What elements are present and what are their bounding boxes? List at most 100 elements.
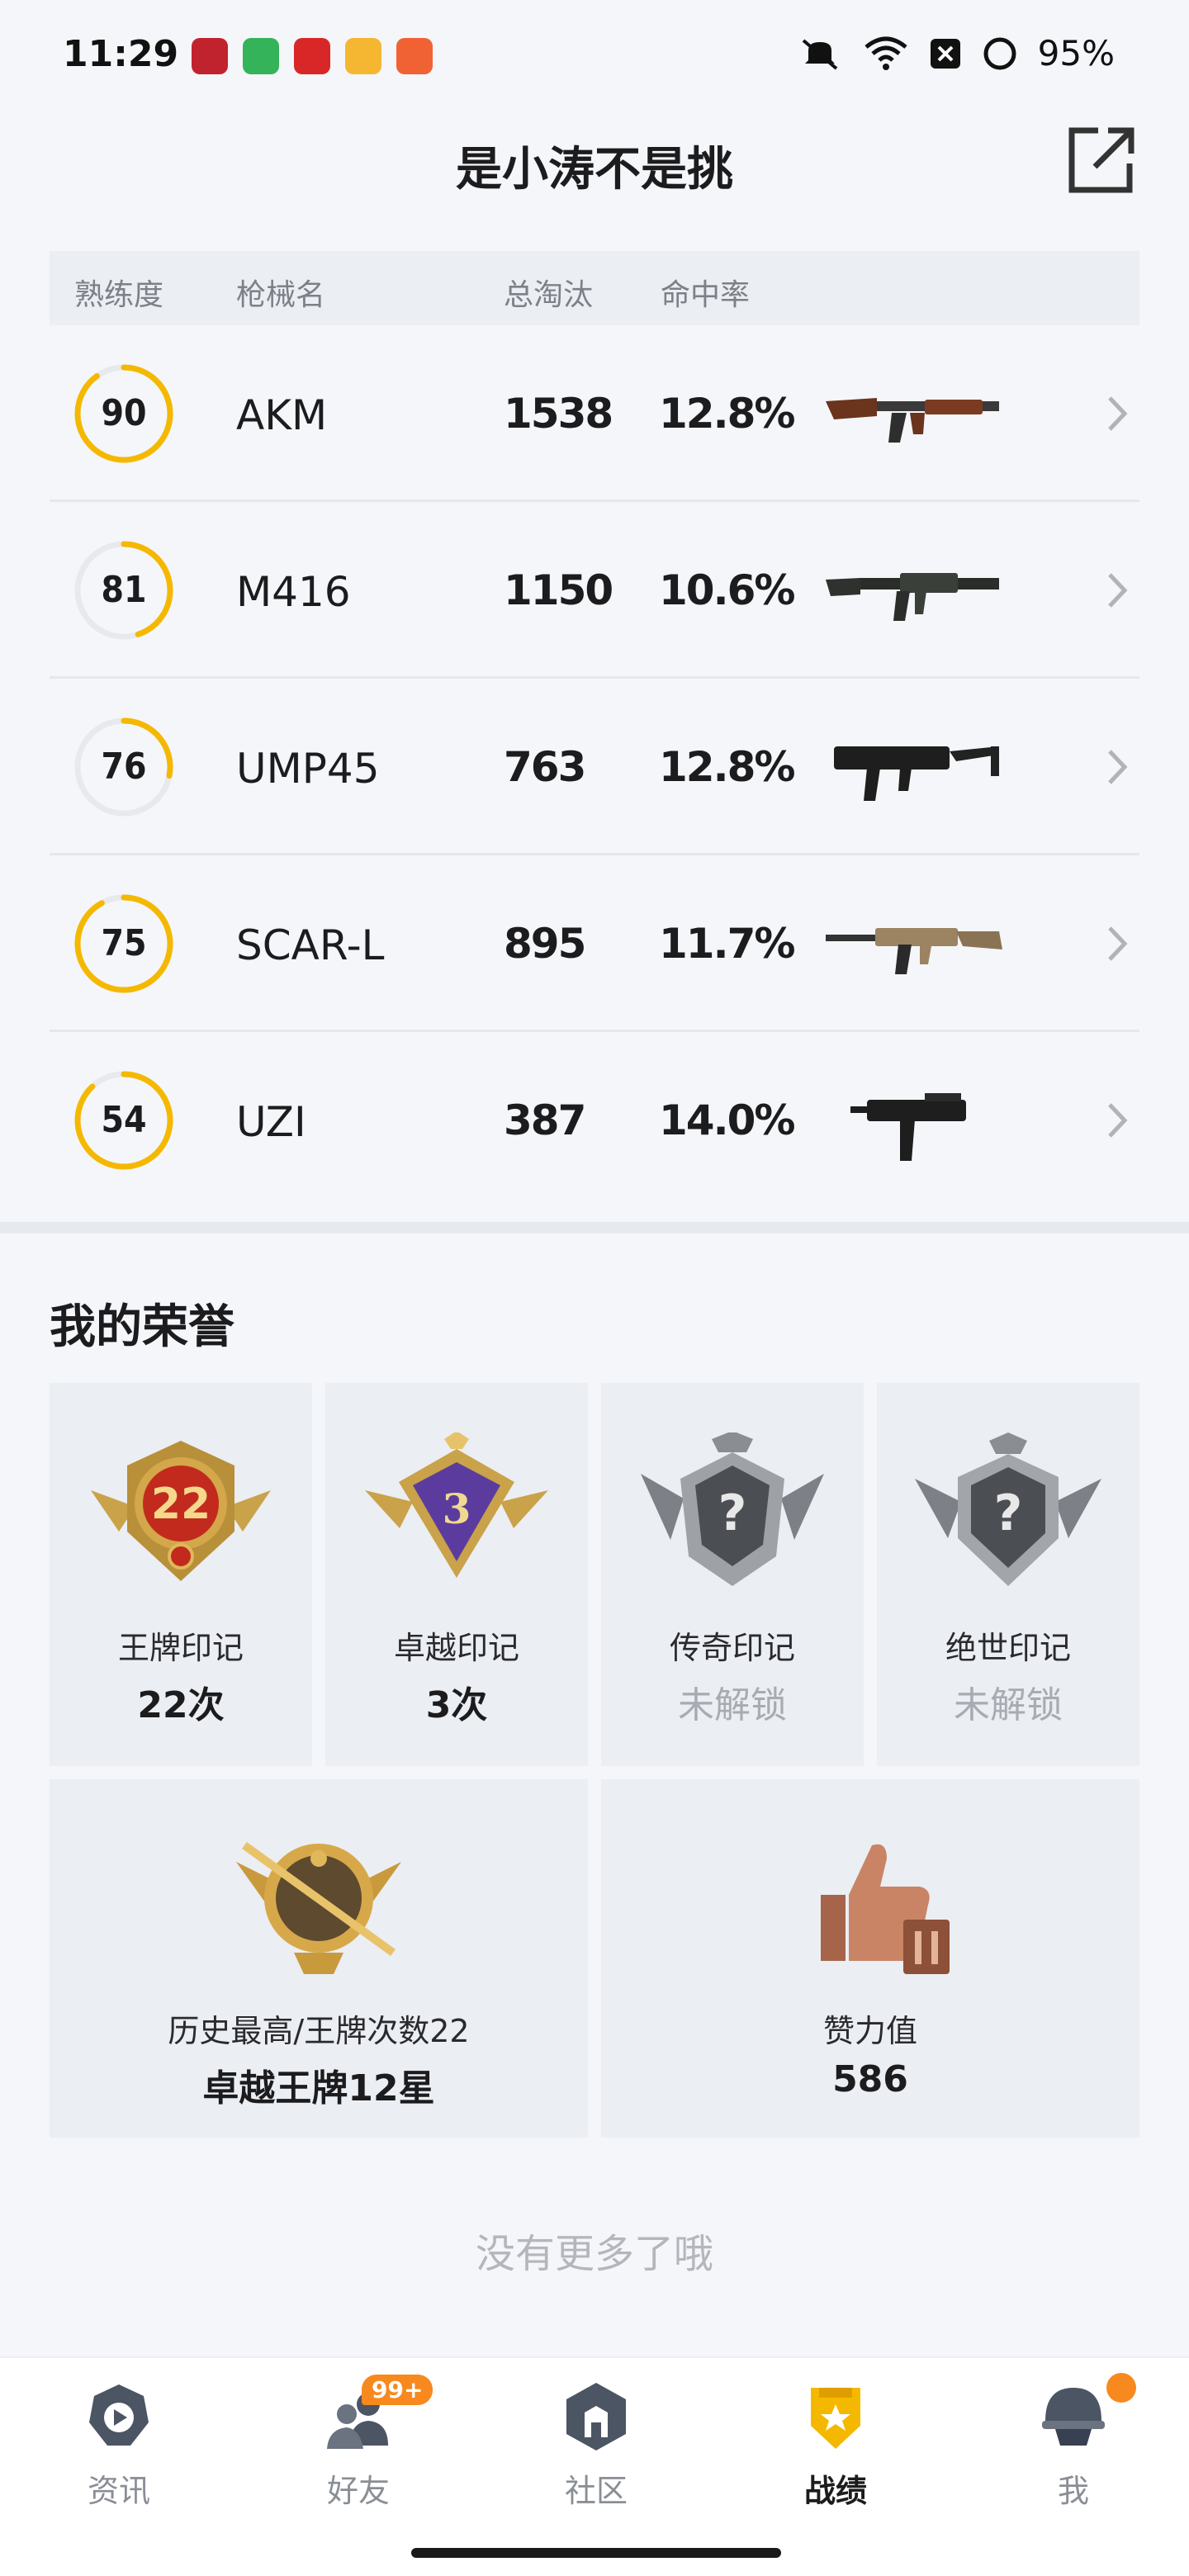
best-rank-label: 历史最高/王牌次数22 bbox=[168, 2013, 470, 2049]
page-title: 是小涛不是挑 bbox=[456, 143, 733, 197]
best-rank-card[interactable]: 历史最高/王牌次数22 卓越王牌12星 bbox=[50, 1779, 588, 2138]
col-header-accuracy: 命中率 bbox=[661, 278, 751, 312]
table-row[interactable]: 90 AKM 1538 12.8% bbox=[50, 325, 1139, 502]
nav-label: 我 bbox=[1057, 2473, 1089, 2509]
excellence-badge-icon: 3 bbox=[365, 1432, 548, 1578]
likes-label: 赞力值 bbox=[822, 2013, 917, 2049]
ace-badge-number: 22 bbox=[151, 1480, 211, 1529]
col-header-mastery: 熟练度 bbox=[74, 278, 164, 312]
weapon-kills: 1150 bbox=[504, 566, 613, 614]
honor-badge-peerless[interactable]: ? 绝世印记 未解锁 bbox=[877, 1383, 1139, 1766]
notification-icons bbox=[192, 38, 433, 74]
mute-icon bbox=[802, 38, 837, 70]
badge-value: 未解锁 bbox=[678, 1684, 787, 1726]
profile-notification-dot bbox=[1106, 2373, 1136, 2403]
chevron-right-icon bbox=[1108, 750, 1128, 784]
honor-badge-legend[interactable]: ? 传奇印记 未解锁 bbox=[601, 1383, 864, 1766]
weapon-table: 90 AKM 1538 12.8% 81 M416 1150 10.6% 76 … bbox=[50, 325, 1139, 1209]
badge-label: 王牌印记 bbox=[117, 1630, 244, 1666]
chevron-right-icon bbox=[1108, 573, 1128, 608]
weapon-name: UZI bbox=[236, 1098, 306, 1146]
friends-count-badge: 99+ bbox=[362, 2375, 433, 2405]
table-row[interactable]: 76 UMP45 763 12.8% bbox=[50, 679, 1139, 855]
likes-value: 586 bbox=[832, 2058, 908, 2100]
weapon-name: UMP45 bbox=[236, 745, 380, 793]
honor-section-title: 我的荣誉 bbox=[50, 1300, 234, 1354]
thumbs-up-icon bbox=[821, 1844, 950, 1974]
app-mail-icon bbox=[396, 38, 433, 74]
mastery-value: 90 bbox=[101, 392, 147, 434]
legend-badge-locked-icon: ? bbox=[641, 1432, 824, 1586]
weapon-accuracy: 12.8% bbox=[659, 390, 795, 438]
weapon-kills: 895 bbox=[504, 920, 586, 968]
battery-level: 95% bbox=[1037, 33, 1115, 73]
nav-tab-news[interactable]: 资讯 bbox=[36, 2379, 201, 2528]
ump45-smg-icon bbox=[834, 746, 999, 801]
nav-label: 资讯 bbox=[87, 2473, 150, 2509]
stats-icon bbox=[811, 2388, 860, 2449]
chevron-right-icon bbox=[1108, 1103, 1128, 1138]
rank-trophy-icon bbox=[236, 1841, 401, 1974]
nav-label: 好友 bbox=[326, 2473, 390, 2509]
nav-tab-friends[interactable]: 99+ 好友 bbox=[276, 2375, 441, 2528]
app-note-icon bbox=[345, 38, 381, 74]
news-icon bbox=[89, 2384, 149, 2446]
weapon-table-header: 熟练度 枪械名 总淘汰 命中率 bbox=[50, 251, 1139, 325]
nav-label: 战绩 bbox=[803, 2473, 867, 2509]
page-header: 是小涛不是挑 bbox=[0, 107, 1189, 223]
status-time: 11:29 bbox=[63, 33, 179, 75]
peerless-badge-number: ? bbox=[994, 1485, 1023, 1542]
status-indicators: 95% bbox=[797, 33, 1115, 73]
table-row[interactable]: 54 UZI 387 14.0% bbox=[50, 1032, 1139, 1209]
uzi-smg-icon bbox=[850, 1093, 966, 1161]
weapon-accuracy: 10.6% bbox=[659, 566, 795, 614]
best-rank-value: 卓越王牌12星 bbox=[202, 2067, 435, 2110]
weapon-accuracy: 14.0% bbox=[659, 1096, 795, 1144]
weapon-name: SCAR-L bbox=[236, 921, 385, 969]
weapon-name: M416 bbox=[236, 568, 351, 616]
weapon-name: AKM bbox=[236, 391, 328, 439]
sim-icon bbox=[930, 38, 960, 69]
scarl-rifle-icon bbox=[826, 928, 1002, 974]
mastery-value: 76 bbox=[101, 746, 147, 788]
share-icon[interactable] bbox=[1065, 125, 1136, 197]
nav-tab-stats[interactable]: 战绩 bbox=[753, 2379, 918, 2528]
honor-badge-ace[interactable]: 22 王牌印记 22次 bbox=[50, 1383, 312, 1766]
weapon-accuracy: 12.8% bbox=[659, 743, 795, 791]
badge-value: 未解锁 bbox=[954, 1684, 1063, 1726]
nav-tab-community[interactable]: 社区 bbox=[514, 2379, 679, 2528]
nav-label: 社区 bbox=[564, 2473, 628, 2509]
honor-badge-excellence[interactable]: 3 卓越印记 3次 bbox=[325, 1383, 588, 1766]
excellence-badge-number: 3 bbox=[443, 1485, 471, 1533]
status-bar: 11:29 95% bbox=[0, 0, 1189, 107]
badge-value: 3次 bbox=[425, 1684, 488, 1726]
badge-label: 传奇印记 bbox=[669, 1630, 795, 1666]
legend-badge-number: ? bbox=[718, 1485, 747, 1542]
weapon-accuracy: 11.7% bbox=[659, 920, 795, 968]
likes-card[interactable]: 赞力值 586 bbox=[601, 1779, 1139, 2138]
battery-icon bbox=[983, 37, 1016, 69]
m416-rifle-icon bbox=[826, 573, 999, 621]
bottom-nav: 资讯 99+ 好友 社区 战绩 我 bbox=[0, 2356, 1189, 2576]
badge-label: 卓越印记 bbox=[393, 1630, 519, 1666]
badge-label: 绝世印记 bbox=[945, 1630, 1071, 1666]
table-row[interactable]: 81 M416 1150 10.6% bbox=[50, 502, 1139, 679]
honor-badges: 22 王牌印记 22次 3 卓越印记 3次 ? 传奇印记 未解锁 ? 绝世印记 … bbox=[50, 1383, 1139, 1766]
wifi-icon bbox=[865, 36, 907, 70]
end-of-list-note: 没有更多了哦 bbox=[475, 2231, 713, 2277]
app-book-icon bbox=[294, 38, 330, 74]
akm-rifle-icon bbox=[826, 398, 999, 443]
home-indicator[interactable] bbox=[411, 2548, 781, 2558]
app-red-icon bbox=[192, 38, 228, 74]
weapon-kills: 1538 bbox=[504, 390, 613, 438]
chevron-right-icon bbox=[1108, 926, 1128, 961]
peerless-badge-locked-icon: ? bbox=[915, 1432, 1101, 1586]
ace-badge-icon: 22 bbox=[91, 1441, 271, 1581]
weapon-kills: 387 bbox=[504, 1096, 586, 1144]
weapon-kills: 763 bbox=[504, 743, 586, 791]
mastery-value: 75 bbox=[101, 922, 147, 964]
table-row[interactable]: 75 SCAR-L 895 11.7% bbox=[50, 855, 1139, 1032]
profile-icon bbox=[1042, 2388, 1105, 2446]
nav-tab-profile[interactable]: 我 bbox=[991, 2373, 1156, 2528]
col-header-weapon: 枪械名 bbox=[236, 278, 326, 312]
